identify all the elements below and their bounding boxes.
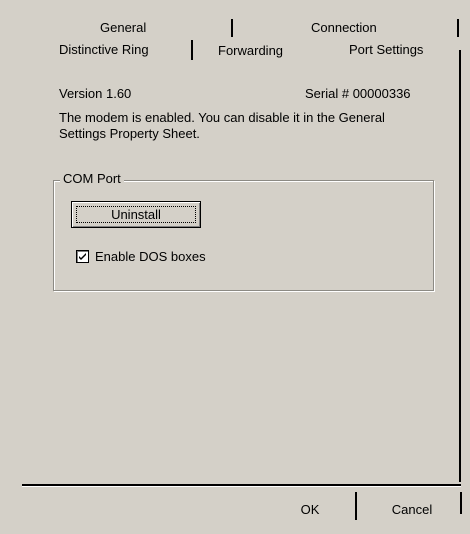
tab-separator [191,40,193,60]
status-message-line-2: Settings Property Sheet. [59,126,200,141]
enable-dos-boxes-label[interactable]: Enable DOS boxes [95,249,206,264]
uninstall-button[interactable]: Uninstall [71,201,201,228]
tab-forwarding[interactable]: Forwarding [218,43,283,58]
status-message-line-1: The modem is enabled. You can disable it… [59,110,385,125]
com-port-group-title: COM Port [60,171,124,186]
tab-separator [457,19,459,37]
checkmark-icon [79,253,86,260]
com-port-group [53,180,434,291]
cancel-button[interactable]: Cancel [374,494,450,524]
tab-connection[interactable]: Connection [311,20,377,35]
uninstall-button-label: Uninstall [111,207,161,222]
footer-separator [355,492,357,520]
cancel-button-label: Cancel [391,501,433,517]
version-label: Version 1.60 [59,86,132,101]
serial-label: Serial # 00000336 [305,86,411,101]
panel-bottom-edge [22,484,461,487]
ok-button-label: OK [300,501,320,517]
footer-separator-right [460,492,462,514]
tab-distinctive-ring[interactable]: Distinctive Ring [59,42,149,57]
enable-dos-boxes-checkbox[interactable] [76,250,89,263]
panel-right-edge [459,50,461,482]
tab-separator [231,19,233,37]
tab-general[interactable]: General [100,20,146,35]
ok-button[interactable]: OK [282,494,338,524]
tab-port-settings[interactable]: Port Settings [349,42,423,57]
